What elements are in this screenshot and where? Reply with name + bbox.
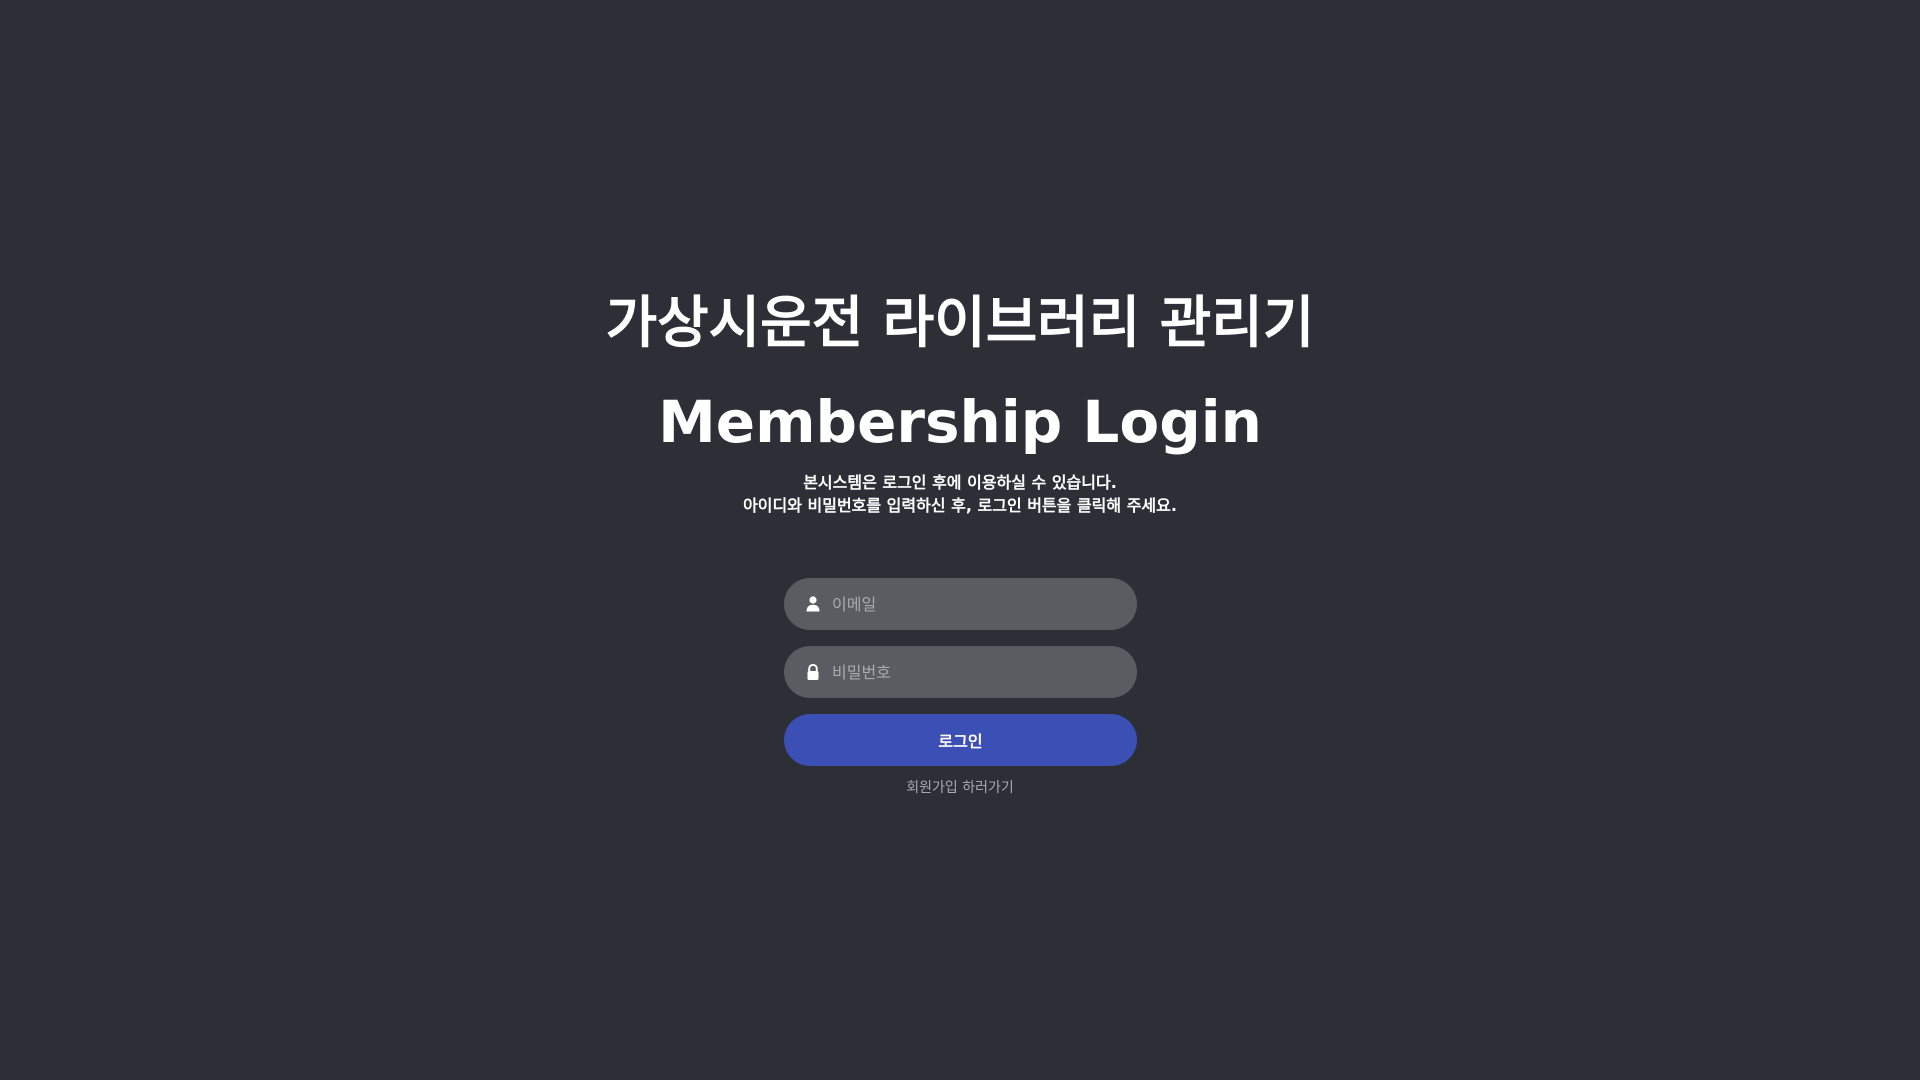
email-input[interactable] [828,578,1122,630]
password-field-container [784,646,1137,698]
description-line-1: 본시스템은 로그인 후에 이용하실 수 있습니다. [803,473,1117,492]
signup-link[interactable]: 회원가입 하러가기 [906,780,1014,796]
password-input[interactable] [828,646,1122,698]
login-button[interactable]: 로그인 [784,714,1137,766]
email-field-container [784,578,1137,630]
user-icon [804,595,822,613]
login-page: 가상시운전 라이브러리 관리기 Membership Login 본시스템은 로… [0,0,1920,1080]
description-line-2: 아이디와 비밀번호를 입력하신 후, 로그인 버튼을 클릭해 주세요. [743,496,1177,515]
page-title: Membership Login [658,388,1262,456]
signup-link-container: 회원가입 하러가기 [0,778,1920,798]
app-title: 가상시운전 라이브러리 관리기 [605,291,1315,356]
lock-icon [804,663,822,681]
